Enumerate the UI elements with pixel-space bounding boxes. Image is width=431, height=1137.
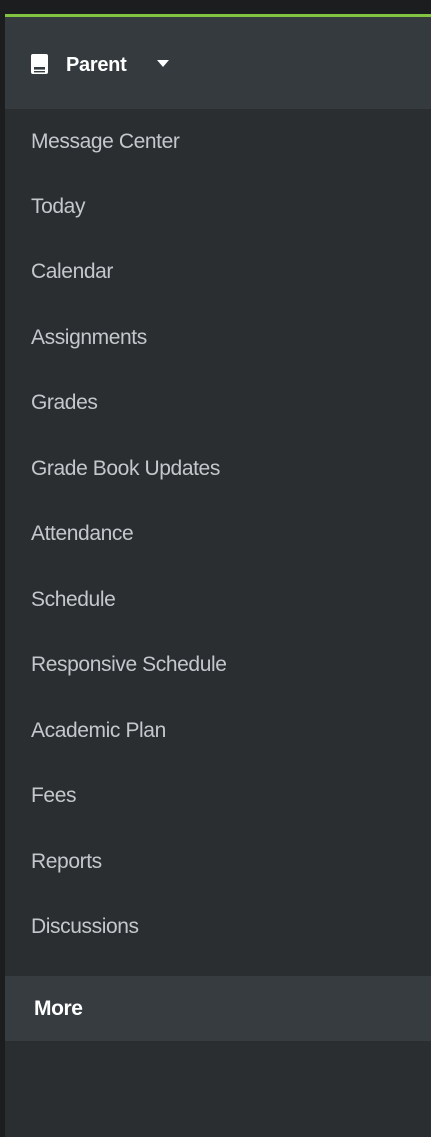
nav-item-label: Today (31, 195, 86, 218)
nav-item-message-center[interactable]: Message Center (5, 109, 431, 174)
nav-item-assignments[interactable]: Assignments (5, 305, 431, 370)
caret-down-icon (157, 60, 169, 67)
book-icon (31, 54, 48, 74)
nav-item-fees[interactable]: Fees (5, 763, 431, 828)
nav-item-label: Calendar (31, 260, 114, 283)
nav-item-label: Assignments (31, 326, 147, 349)
nav-item-label: Academic Plan (31, 719, 166, 742)
nav-item-label: Message Center (31, 130, 180, 153)
nav-item-label: Attendance (31, 522, 134, 545)
nav-item-label: Grades (31, 391, 98, 414)
nav-item-schedule[interactable]: Schedule (5, 567, 431, 632)
nav-item-label: Discussions (31, 915, 139, 938)
nav-item-label: More (34, 997, 83, 1020)
nav-item-discussions[interactable]: Discussions (5, 894, 431, 959)
app-window: Parent Message Center Today Calendar Ass… (0, 0, 431, 1137)
nav-item-label: Responsive Schedule (31, 653, 227, 676)
nav-item-responsive-schedule[interactable]: Responsive Schedule (5, 632, 431, 697)
nav-item-label: Fees (31, 784, 77, 807)
nav-item-label: Grade Book Updates (31, 457, 220, 480)
nav-item-label: Reports (31, 850, 102, 873)
nav-item-attendance[interactable]: Attendance (5, 501, 431, 566)
nav-item-today[interactable]: Today (5, 174, 431, 239)
nav-item-calendar[interactable]: Calendar (5, 239, 431, 304)
nav-item-more[interactable]: More (5, 976, 431, 1041)
nav-item-label: Schedule (31, 588, 116, 611)
role-label: Parent (66, 54, 127, 76)
nav-item-reports[interactable]: Reports (5, 829, 431, 894)
role-switcher[interactable]: Parent (5, 17, 431, 109)
nav-item-grades[interactable]: Grades (5, 370, 431, 435)
nav-item-grade-book-updates[interactable]: Grade Book Updates (5, 436, 431, 501)
nav-item-academic-plan[interactable]: Academic Plan (5, 698, 431, 763)
sidebar: Parent Message Center Today Calendar Ass… (5, 14, 431, 1137)
